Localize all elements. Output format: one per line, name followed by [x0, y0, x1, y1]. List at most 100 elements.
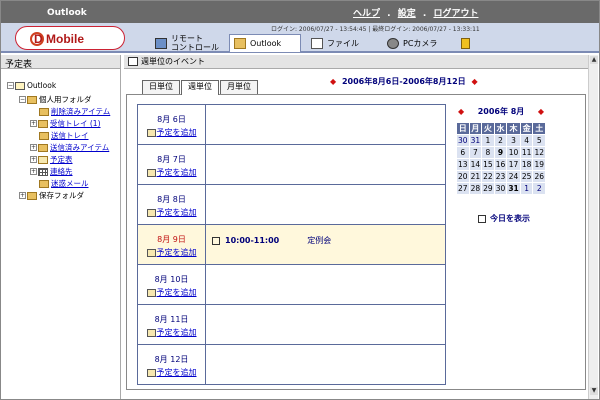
- tree-node-outbox[interactable]: 送信トレイ: [39, 130, 89, 141]
- calendar-day[interactable]: 15: [481, 158, 495, 171]
- tree-link[interactable]: 受信トレイ (1): [50, 118, 101, 129]
- add-event-text[interactable]: 予定を追加: [157, 127, 197, 138]
- day-events-cell[interactable]: 10:00-11:00 定例会: [205, 224, 446, 265]
- lock-button[interactable]: [461, 34, 481, 52]
- tree-node-personal[interactable]: − 個人用フォルダ: [19, 94, 92, 105]
- scroll-down-icon[interactable]: ▼: [590, 387, 598, 395]
- calendar-day[interactable]: 26: [532, 170, 546, 183]
- prev-month-icon[interactable]: ◆: [458, 107, 464, 116]
- calendar-day[interactable]: 31: [468, 134, 483, 147]
- tree-link[interactable]: 送信済みアイテム: [50, 142, 109, 153]
- nav-tab-file[interactable]: ファイル: [307, 34, 379, 52]
- expand-icon[interactable]: +: [30, 144, 37, 151]
- calendar-day[interactable]: 8: [481, 146, 495, 159]
- add-event-link[interactable]: 予定を追加: [138, 167, 205, 178]
- expand-icon[interactable]: +: [19, 192, 26, 199]
- tab-month-view[interactable]: 月単位: [220, 80, 258, 94]
- tree-link[interactable]: 迷惑メール: [51, 178, 89, 189]
- calendar-day[interactable]: 23: [493, 170, 508, 183]
- tree-link[interactable]: 予定表: [50, 154, 73, 165]
- calendar-day[interactable]: 4: [519, 134, 534, 147]
- tree-link[interactable]: 連絡先: [50, 166, 73, 177]
- calendar-day[interactable]: 9: [493, 146, 508, 159]
- calendar-day[interactable]: 20: [456, 170, 470, 183]
- calendar-day[interactable]: 12: [532, 146, 546, 159]
- day-events-cell[interactable]: [205, 184, 446, 225]
- expand-icon[interactable]: +: [30, 156, 37, 163]
- calendar-day[interactable]: 2: [532, 182, 546, 195]
- calendar-day[interactable]: 19: [532, 158, 546, 171]
- day-events-cell[interactable]: [205, 344, 446, 385]
- calendar-day[interactable]: 30: [456, 134, 470, 147]
- help-link[interactable]: ヘルプ: [353, 9, 380, 19]
- tree-link[interactable]: 送信トレイ: [51, 130, 89, 141]
- calendar-day[interactable]: 13: [456, 158, 470, 171]
- calendar-day[interactable]: 31: [506, 182, 521, 195]
- day-events-cell[interactable]: [205, 104, 446, 145]
- tree-node-root[interactable]: − Outlook: [7, 81, 56, 90]
- add-event-link[interactable]: 予定を追加: [138, 127, 205, 138]
- calendar-day[interactable]: 14: [468, 158, 483, 171]
- expand-icon[interactable]: +: [30, 168, 37, 175]
- add-event-link[interactable]: 予定を追加: [138, 327, 205, 338]
- tree-node-calendar[interactable]: + 予定表: [30, 154, 73, 165]
- tree-node-junk[interactable]: 迷惑メール: [39, 178, 89, 189]
- calendar-day[interactable]: 2: [493, 134, 508, 147]
- add-event-text[interactable]: 予定を追加: [157, 167, 197, 178]
- calendar-day[interactable]: 21: [468, 170, 483, 183]
- next-week-icon[interactable]: ◆: [471, 77, 477, 86]
- add-event-link[interactable]: 予定を追加: [138, 247, 205, 258]
- tree-node-deleted[interactable]: 削除済みアイテム: [39, 106, 110, 117]
- calendar-day[interactable]: 10: [506, 146, 521, 159]
- day-events-cell[interactable]: [205, 264, 446, 305]
- add-event-text[interactable]: 予定を追加: [157, 327, 197, 338]
- add-event-text[interactable]: 予定を追加: [157, 287, 197, 298]
- calendar-day[interactable]: 27: [456, 182, 470, 195]
- tree-node-sent[interactable]: + 送信済みアイテム: [30, 142, 109, 153]
- add-event-link[interactable]: 予定を追加: [138, 287, 205, 298]
- settings-link[interactable]: 設定: [398, 9, 416, 19]
- tree-node-inbox[interactable]: + 受信トレイ (1): [30, 118, 101, 129]
- prev-week-icon[interactable]: ◆: [330, 77, 336, 86]
- add-event-link[interactable]: 予定を追加: [138, 367, 205, 378]
- event-title[interactable]: 定例会: [307, 235, 331, 246]
- calendar-day[interactable]: 30: [493, 182, 508, 195]
- calendar-day[interactable]: 17: [506, 158, 521, 171]
- scroll-up-icon[interactable]: ▲: [590, 56, 598, 64]
- tab-day-view[interactable]: 日単位: [142, 80, 180, 94]
- calendar-day[interactable]: 22: [481, 170, 495, 183]
- day-events-cell[interactable]: [205, 144, 446, 185]
- show-today-link[interactable]: 今日を表示: [478, 213, 530, 224]
- tree-node-archive[interactable]: + 保存フォルダ: [19, 190, 84, 201]
- add-event-text[interactable]: 予定を追加: [157, 207, 197, 218]
- logout-link[interactable]: ログアウト: [433, 9, 478, 19]
- next-month-icon[interactable]: ◆: [538, 107, 544, 116]
- calendar-day[interactable]: 29: [481, 182, 495, 195]
- calendar-day[interactable]: 1: [519, 182, 534, 195]
- add-event-link[interactable]: 予定を追加: [138, 207, 205, 218]
- calendar-day[interactable]: 11: [519, 146, 534, 159]
- calendar-day[interactable]: 18: [519, 158, 534, 171]
- event-item[interactable]: 10:00-11:00 定例会: [206, 225, 445, 246]
- day-events-cell[interactable]: [205, 304, 446, 345]
- nav-tab-remote-control[interactable]: リモート コントロール: [155, 33, 227, 53]
- nav-tab-outlook[interactable]: Outlook: [229, 34, 301, 52]
- calendar-day[interactable]: 6: [456, 146, 470, 159]
- calendar-day[interactable]: 5: [532, 134, 546, 147]
- calendar-day[interactable]: 28: [468, 182, 483, 195]
- collapse-icon[interactable]: −: [19, 96, 26, 103]
- calendar-day[interactable]: 24: [506, 170, 521, 183]
- collapse-icon[interactable]: −: [7, 82, 14, 89]
- show-today-text[interactable]: 今日を表示: [490, 213, 530, 224]
- calendar-day[interactable]: 25: [519, 170, 534, 183]
- scrollbar[interactable]: ▲ ▼: [588, 55, 598, 399]
- tree-link[interactable]: 削除済みアイテム: [51, 106, 110, 117]
- nav-tab-pc-camera[interactable]: PCカメラ: [383, 34, 455, 52]
- calendar-day[interactable]: 1: [481, 134, 495, 147]
- expand-icon[interactable]: +: [30, 120, 37, 127]
- calendar-day[interactable]: 3: [506, 134, 521, 147]
- tree-node-contacts[interactable]: + 連絡先: [30, 166, 73, 177]
- add-event-text[interactable]: 予定を追加: [157, 247, 197, 258]
- calendar-day[interactable]: 16: [493, 158, 508, 171]
- add-event-text[interactable]: 予定を追加: [157, 367, 197, 378]
